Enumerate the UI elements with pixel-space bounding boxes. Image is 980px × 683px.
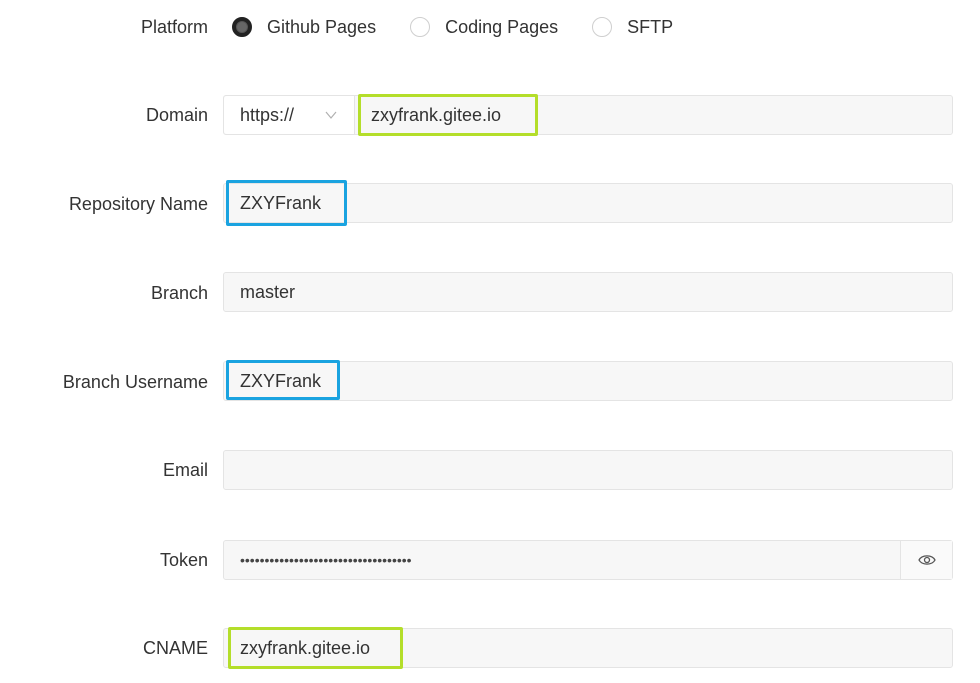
radio-label: SFTP [627, 16, 674, 37]
token-label: Token [159, 550, 208, 570]
radio-sftp[interactable]: SFTP [592, 17, 673, 38]
radio-unchecked-icon [592, 17, 613, 37]
branch-label: Branch [150, 283, 208, 303]
branch-username-label: Branch Username [62, 372, 208, 392]
domain-row: Domain https:// zxyfrank.gitee.io [0, 94, 980, 136]
protocol-value: https:// [240, 105, 295, 125]
domain-field: https:// zxyfrank.gitee.io [223, 95, 953, 135]
branch-row: Branch master [0, 272, 980, 314]
email-input[interactable] [223, 450, 953, 490]
platform-radio-group: Github Pages Coding Pages SFTP [232, 0, 707, 54]
token-value: ••••••••••••••••••••••••••••••••••• [240, 552, 412, 568]
radio-coding-pages[interactable]: Coding Pages [410, 17, 558, 38]
domain-highlight-box [358, 94, 538, 136]
repository-highlight-box [226, 180, 347, 226]
radio-unchecked-icon [410, 17, 431, 37]
repository-row: Repository Name ZXYFrank [0, 180, 980, 226]
radio-label: Github Pages [267, 16, 377, 37]
branch-value: master [240, 282, 296, 302]
platform-row: Platform Github Pages Coding Pages SFTP [0, 6, 980, 48]
platform-label: Platform [140, 17, 208, 37]
token-input[interactable]: ••••••••••••••••••••••••••••••••••• [224, 541, 900, 579]
token-row: Token ••••••••••••••••••••••••••••••••••… [0, 539, 980, 581]
radio-github-pages[interactable]: Github Pages [232, 17, 376, 38]
eye-icon [918, 555, 936, 565]
branch-username-highlight-box [226, 360, 340, 400]
publish-settings-form: Platform Github Pages Coding Pages SFTP … [0, 0, 980, 683]
branch-username-row: Branch Username ZXYFrank [0, 360, 980, 403]
cname-label: CNAME [142, 638, 208, 658]
repository-label: Repository Name [68, 194, 208, 214]
cname-row: CNAME zxyfrank.gitee.io [0, 627, 980, 669]
radio-label: Coding Pages [445, 16, 559, 37]
email-label: Email [162, 460, 208, 480]
domain-label: Domain [145, 105, 208, 125]
email-row: Email [0, 449, 980, 491]
token-visibility-toggle[interactable] [900, 541, 952, 579]
branch-input[interactable]: master [223, 272, 953, 312]
chevron-down-icon [325, 111, 337, 119]
radio-checked-icon [232, 17, 252, 37]
cname-highlight-box [228, 627, 403, 669]
token-field: ••••••••••••••••••••••••••••••••••• [223, 540, 953, 580]
protocol-select[interactable]: https:// [224, 96, 355, 134]
